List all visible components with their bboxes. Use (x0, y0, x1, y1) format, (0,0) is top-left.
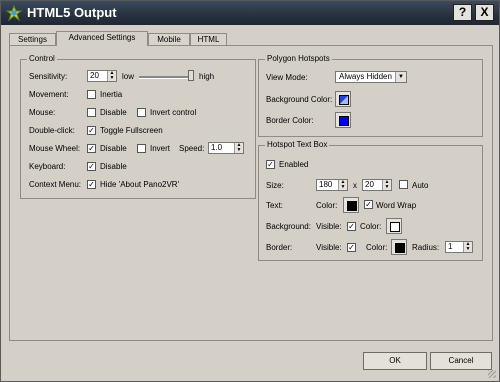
keyboard-disable-checkbox[interactable]: ✓ (87, 162, 96, 171)
sensitivity-label: Sensitivity: (29, 72, 68, 81)
text-label: Text: (266, 201, 283, 210)
border-label: Border: (266, 243, 293, 252)
control-group-title: Control (27, 54, 57, 63)
hide-about-checkbox[interactable]: ✓ (87, 180, 96, 189)
polygon-bg-color-swatch (339, 95, 349, 105)
tab-settings[interactable]: Settings (9, 33, 56, 45)
text-color-button[interactable] (343, 197, 359, 213)
sensitivity-value: 20 (90, 71, 99, 80)
auto-size-checkbox[interactable] (399, 180, 408, 189)
border-color-label: Color: (366, 243, 388, 252)
spin-arrows-icon[interactable]: ▲ ▼ (338, 180, 347, 190)
bg-color-label: Color: (360, 222, 382, 231)
title-bar[interactable]: HTML5 Output ? X (1, 1, 499, 25)
height-spinbox[interactable]: 20 ▲ ▼ (362, 179, 392, 191)
spin-arrows-icon[interactable]: ▲ ▼ (382, 180, 391, 190)
spin-arrows-icon[interactable]: ▲ ▼ (234, 143, 243, 153)
height-value: 20 (365, 180, 374, 189)
polygon-border-color-button[interactable] (335, 112, 351, 128)
bg-visible-checkbox[interactable]: ✓ (347, 222, 356, 231)
control-group: Control Sensitivity: 20 ▲ ▼ low high Move… (20, 54, 256, 199)
border-color-swatch (395, 243, 405, 253)
background-label: Background: (266, 222, 311, 231)
size-x-label: x (353, 181, 357, 190)
chevron-down-icon[interactable]: ▼ (395, 72, 406, 82)
width-spinbox[interactable]: 180 ▲ ▼ (316, 179, 348, 191)
enabled-label: Enabled (279, 160, 309, 169)
hide-about-label: Hide 'About Pano2VR' (100, 180, 180, 189)
tab-mobile[interactable]: Mobile (148, 33, 190, 45)
keyboard-label: Keyboard: (29, 162, 66, 171)
spin-arrows-icon[interactable]: ▲ ▼ (463, 242, 472, 252)
polygon-group-title: Polygon Hotspots (265, 54, 332, 63)
sensitivity-spinbox[interactable]: 20 ▲ ▼ (87, 70, 117, 82)
auto-size-label: Auto (412, 181, 429, 190)
movement-label: Movement: (29, 90, 69, 99)
speed-value: 1.0 (211, 143, 223, 152)
speed-label: Speed: (179, 144, 205, 153)
mouse-invert-label: Invert control (150, 108, 197, 117)
inertia-label: Inertia (100, 90, 123, 99)
pano2vr-app-icon (6, 5, 22, 21)
bg-visible-label: Visible: (316, 222, 342, 231)
radius-value: 1 (448, 242, 453, 251)
textbox-group-title: Hotspot Text Box (265, 140, 330, 149)
hotspot-textbox-group: Hotspot Text Box ✓ Enabled Size: 180 ▲ ▼ … (258, 140, 483, 261)
border-visible-checkbox[interactable]: ✓ (347, 243, 356, 252)
mouse-label: Mouse: (29, 108, 56, 117)
resize-grip-icon[interactable] (488, 370, 496, 378)
word-wrap-checkbox[interactable]: ✓ (364, 200, 373, 209)
sensitivity-high-label: high (199, 72, 215, 81)
sensitivity-slider[interactable] (139, 76, 191, 79)
close-button[interactable]: X (475, 4, 494, 21)
toggle-fullscreen-checkbox[interactable]: ✓ (87, 126, 96, 135)
polygon-border-color-swatch (339, 116, 349, 126)
text-color-label: Color: (316, 201, 338, 210)
width-value: 180 (319, 180, 333, 189)
view-mode-select[interactable]: Always Hidden ▼ (335, 71, 407, 83)
wheel-disable-label: Disable (100, 144, 127, 153)
keyboard-disable-label: Disable (100, 162, 127, 171)
help-button[interactable]: ? (453, 4, 472, 21)
tab-html[interactable]: HTML (190, 33, 227, 45)
bg-color-swatch (390, 222, 400, 232)
radius-spinbox[interactable]: 1 ▲ ▼ (445, 241, 473, 253)
text-color-swatch (347, 201, 357, 211)
advanced-settings-panel: Control Sensitivity: 20 ▲ ▼ low high Move… (9, 45, 493, 341)
html5-output-dialog: HTML5 Output ? X Settings Advanced Setti… (0, 0, 500, 382)
enabled-checkbox[interactable]: ✓ (266, 160, 275, 169)
polygon-bg-color-button[interactable] (335, 91, 351, 107)
border-color-button[interactable] (391, 239, 407, 255)
bg-color-button[interactable] (386, 218, 402, 234)
size-label: Size: (266, 181, 284, 190)
mouse-wheel-label: Mouse Wheel: (29, 144, 81, 153)
view-mode-value: Always Hidden (339, 72, 392, 81)
cancel-button[interactable]: Cancel (430, 352, 492, 370)
toggle-fullscreen-label: Toggle Fullscreen (100, 126, 163, 135)
sensitivity-low-label: low (122, 72, 135, 81)
polygon-bg-color-label: Background Color: (266, 95, 333, 104)
wheel-invert-checkbox[interactable] (137, 144, 146, 153)
inertia-checkbox[interactable] (87, 90, 96, 99)
word-wrap-label: Word Wrap (376, 201, 417, 210)
doubleclick-label: Double-click: (29, 126, 75, 135)
context-menu-label: Context Menu: (29, 180, 82, 189)
polygon-border-color-label: Border Color: (266, 116, 314, 125)
spin-arrows-icon[interactable]: ▲ ▼ (107, 71, 116, 81)
tab-advanced-settings[interactable]: Advanced Settings (56, 31, 148, 46)
wheel-invert-label: Invert (150, 144, 171, 153)
polygon-hotspots-group: Polygon Hotspots View Mode: Always Hidde… (258, 54, 483, 137)
mouse-disable-label: Disable (100, 108, 127, 117)
view-mode-label: View Mode: (266, 73, 308, 82)
border-visible-label: Visible: (316, 243, 342, 252)
speed-spinbox[interactable]: 1.0 ▲ ▼ (208, 142, 244, 154)
mouse-disable-checkbox[interactable] (87, 108, 96, 117)
ok-button[interactable]: OK (363, 352, 427, 370)
wheel-disable-checkbox[interactable]: ✓ (87, 144, 96, 153)
sensitivity-slider-thumb[interactable] (188, 70, 194, 81)
window-title: HTML5 Output (27, 5, 117, 20)
mouse-invert-checkbox[interactable] (137, 108, 146, 117)
radius-label: Radius: (412, 243, 440, 252)
